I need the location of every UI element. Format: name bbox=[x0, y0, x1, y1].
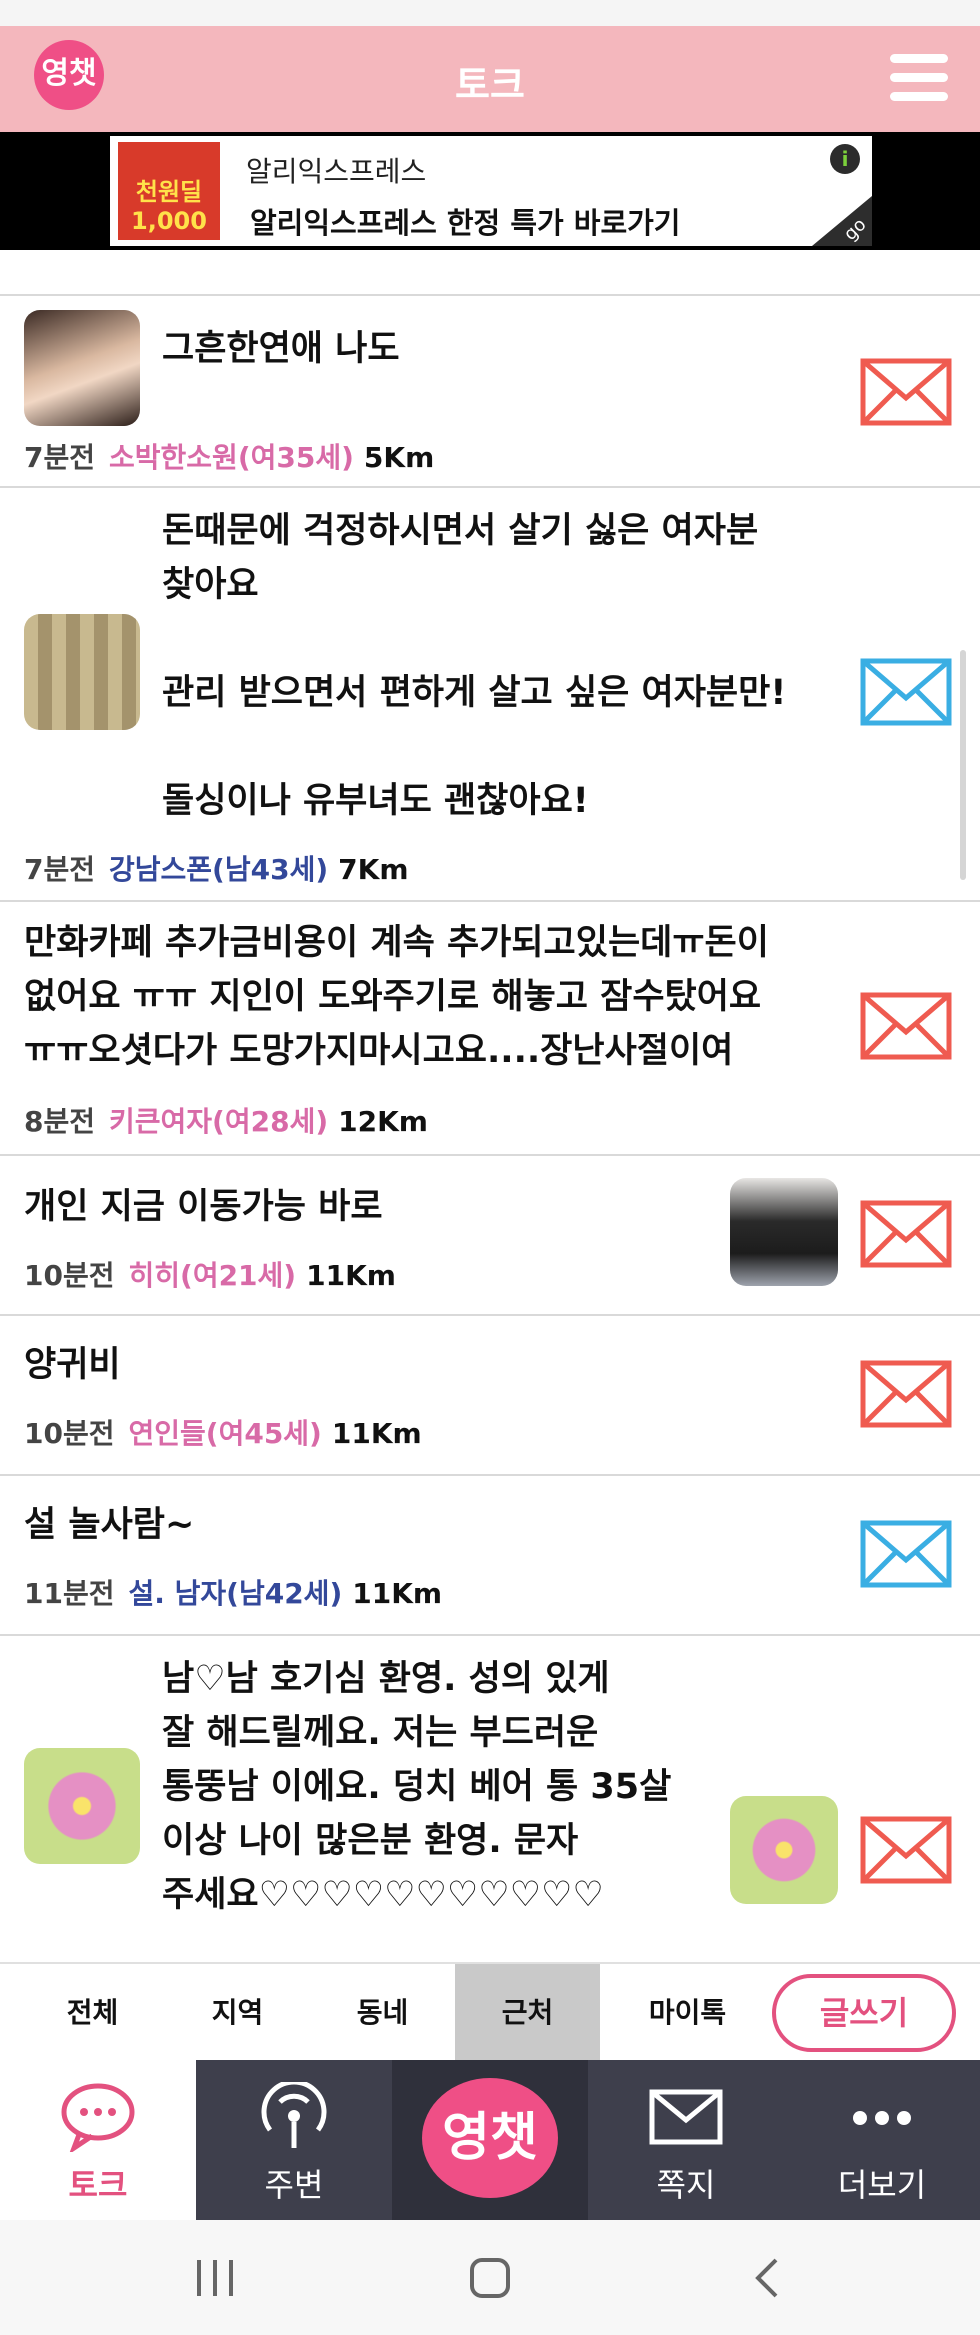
avatar[interactable] bbox=[730, 1796, 838, 1904]
post-time: 10분전 bbox=[24, 1417, 115, 1450]
avatar[interactable] bbox=[24, 614, 140, 730]
ad-go-label: go bbox=[839, 214, 871, 245]
post-nickname[interactable]: 강남스폰(남43세) bbox=[109, 853, 328, 886]
nav-more-label: 더보기 bbox=[837, 2166, 927, 2204]
post-distance: 11Km bbox=[306, 1259, 396, 1292]
ad-subtitle: 알리익스프레스 한정 특가 바로가기 bbox=[250, 206, 681, 240]
post-list[interactable]: 그흔한연애 나도 7분전 소박한소원(여35세) 5Km 돈때문에 걱정하시면서 살… bbox=[0, 250, 980, 1962]
app-header: 영챗 토크 bbox=[0, 26, 980, 132]
ad-title: 알리익스프레스 bbox=[246, 155, 427, 188]
mail-icon[interactable] bbox=[860, 358, 952, 426]
avatar[interactable] bbox=[730, 1178, 838, 1286]
bottom-nav: 토크 주변 영챗 쪽지 더보기 bbox=[0, 2060, 980, 2220]
list-item[interactable]: 돈때문에 걱정하시면서 살기 싫은 여자분 찾아요 관리 받으면서 편하게 살고… bbox=[0, 488, 980, 902]
page-title: 토크 bbox=[455, 63, 525, 107]
list-item[interactable]: 만화카페 추가금비용이 계속 추가되고있는데ㅠ돈이 없어요 ㅠㅠ 지인이 도와주… bbox=[0, 902, 980, 1156]
nav-talk-label: 토크 bbox=[68, 2166, 128, 2204]
write-button[interactable]: 글쓰기 bbox=[772, 1974, 956, 2052]
nav-message-label: 쪽지 bbox=[656, 2166, 716, 2204]
post-title[interactable]: 만화카페 추가금비용이 계속 추가되고있는데ㅠ돈이 없어요 ㅠㅠ 지인이 도와주… bbox=[24, 916, 769, 1078]
post-title[interactable]: 설 놀사람~ bbox=[24, 1498, 194, 1552]
mail-icon[interactable] bbox=[860, 992, 952, 1060]
nav-around-label: 주변 bbox=[264, 2166, 324, 2204]
more-dots-icon bbox=[853, 2111, 911, 2125]
nav-around[interactable]: 주변 bbox=[196, 2060, 392, 2220]
post-meta: 7분전 강남스폰(남43세) 7Km bbox=[24, 848, 409, 888]
post-distance: 7Km bbox=[338, 853, 409, 886]
ad-go-button[interactable]: go bbox=[812, 196, 872, 246]
post-meta: 7분전 소박한소원(여35세) 5Km bbox=[24, 436, 434, 476]
info-icon[interactable]: i bbox=[830, 144, 860, 174]
filter-bar: 전체 지역 동네 근처 마이톡 글쓰기 bbox=[0, 1962, 980, 2062]
hamburger-menu-icon[interactable] bbox=[890, 54, 948, 102]
post-nickname[interactable]: 연인들(여45세) bbox=[129, 1417, 322, 1450]
nav-more[interactable]: 더보기 bbox=[784, 2060, 980, 2220]
ad-content[interactable]: 천원딜 1,000 알리익스프레스 알리익스프레스 한정 특가 바로가기 i g… bbox=[110, 136, 872, 246]
avatar[interactable] bbox=[24, 1748, 140, 1864]
post-meta: 8분전 키큰여자(여28세) 12Km bbox=[24, 1100, 428, 1140]
tab-region[interactable]: 지역 bbox=[165, 1964, 310, 2062]
post-title[interactable]: 남♡남 호기심 환영. 성의 있게 잘 해드릴께요. 저는 부드러운 통뚱남 이… bbox=[162, 1652, 671, 1922]
mail-icon[interactable] bbox=[860, 1200, 952, 1268]
post-nickname[interactable]: 히히(여21세) bbox=[129, 1259, 297, 1292]
list-item-partial[interactable] bbox=[0, 250, 980, 296]
post-time: 7분전 bbox=[24, 853, 96, 886]
nav-talk[interactable]: 토크 bbox=[0, 2060, 196, 2220]
home-icon[interactable] bbox=[468, 2256, 512, 2300]
mail-icon[interactable] bbox=[860, 1520, 952, 1588]
nav-home-logo[interactable]: 영챗 bbox=[392, 2060, 588, 2220]
tab-nearby[interactable]: 근처 bbox=[455, 1964, 600, 2062]
tab-neighborhood[interactable]: 동네 bbox=[310, 1964, 455, 2062]
ad-banner[interactable]: 천원딜 1,000 알리익스프레스 알리익스프레스 한정 특가 바로가기 i g… bbox=[0, 132, 980, 250]
scrollbar[interactable] bbox=[960, 650, 966, 880]
mail-icon[interactable] bbox=[860, 1816, 952, 1884]
post-nickname[interactable]: 키큰여자(여28세) bbox=[109, 1105, 328, 1138]
post-title[interactable]: 개인 지금 이동가능 바로 bbox=[24, 1180, 383, 1234]
recent-apps-icon[interactable] bbox=[195, 2256, 235, 2300]
mail-icon[interactable] bbox=[860, 1360, 952, 1428]
post-nickname[interactable]: 소박한소원(여35세) bbox=[109, 441, 354, 474]
envelope-icon bbox=[649, 2089, 723, 2145]
tab-all[interactable]: 전체 bbox=[20, 1964, 165, 2062]
post-meta: 10분전 연인들(여45세) 11Km bbox=[24, 1412, 422, 1452]
post-distance: 11Km bbox=[331, 1417, 422, 1450]
list-item[interactable]: 남♡남 호기심 환영. 성의 있게 잘 해드릴께요. 저는 부드러운 통뚱남 이… bbox=[0, 1636, 980, 1962]
back-icon[interactable] bbox=[752, 2256, 782, 2300]
post-title[interactable]: 양귀비 bbox=[24, 1338, 121, 1392]
app-logo: 영챗 bbox=[422, 2078, 558, 2198]
system-nav-bar bbox=[0, 2220, 980, 2335]
ad-thumbnail: 천원딜 1,000 bbox=[118, 142, 220, 240]
list-item[interactable]: 그흔한연애 나도 7분전 소박한소원(여35세) 5Km bbox=[0, 296, 980, 488]
avatar[interactable] bbox=[24, 310, 140, 426]
post-time: 11분전 bbox=[24, 1577, 115, 1610]
nav-message[interactable]: 쪽지 bbox=[588, 2060, 784, 2220]
post-time: 10분전 bbox=[24, 1259, 115, 1292]
post-distance: 11Km bbox=[352, 1577, 443, 1610]
post-distance: 12Km bbox=[338, 1105, 428, 1138]
post-meta: 10분전 히히(여21세) 11Km bbox=[24, 1254, 396, 1294]
status-bar bbox=[0, 0, 980, 26]
tab-mytalk[interactable]: 마이톡 bbox=[615, 1964, 760, 2062]
list-item[interactable]: 양귀비 10분전 연인들(여45세) 11Km bbox=[0, 1316, 980, 1476]
post-distance: 5Km bbox=[363, 441, 435, 474]
list-item[interactable]: 개인 지금 이동가능 바로 10분전 히히(여21세) 11Km bbox=[0, 1156, 980, 1316]
post-nickname[interactable]: 설. 남자(남42세) bbox=[129, 1577, 343, 1610]
post-title[interactable]: 그흔한연애 나도 bbox=[162, 322, 400, 376]
mail-icon[interactable] bbox=[860, 658, 952, 726]
post-title[interactable]: 돈때문에 걱정하시면서 살기 싫은 여자분 찾아요 관리 받으면서 편하게 살고… bbox=[162, 504, 786, 828]
post-meta: 11분전 설. 남자(남42세) 11Km bbox=[24, 1572, 442, 1612]
post-time: 8분전 bbox=[24, 1105, 96, 1138]
chat-bubble-icon bbox=[61, 2083, 135, 2152]
post-time: 7분전 bbox=[24, 441, 96, 474]
broadcast-icon bbox=[261, 2082, 327, 2148]
list-item[interactable]: 설 놀사람~ 11분전 설. 남자(남42세) 11Km bbox=[0, 1476, 980, 1636]
